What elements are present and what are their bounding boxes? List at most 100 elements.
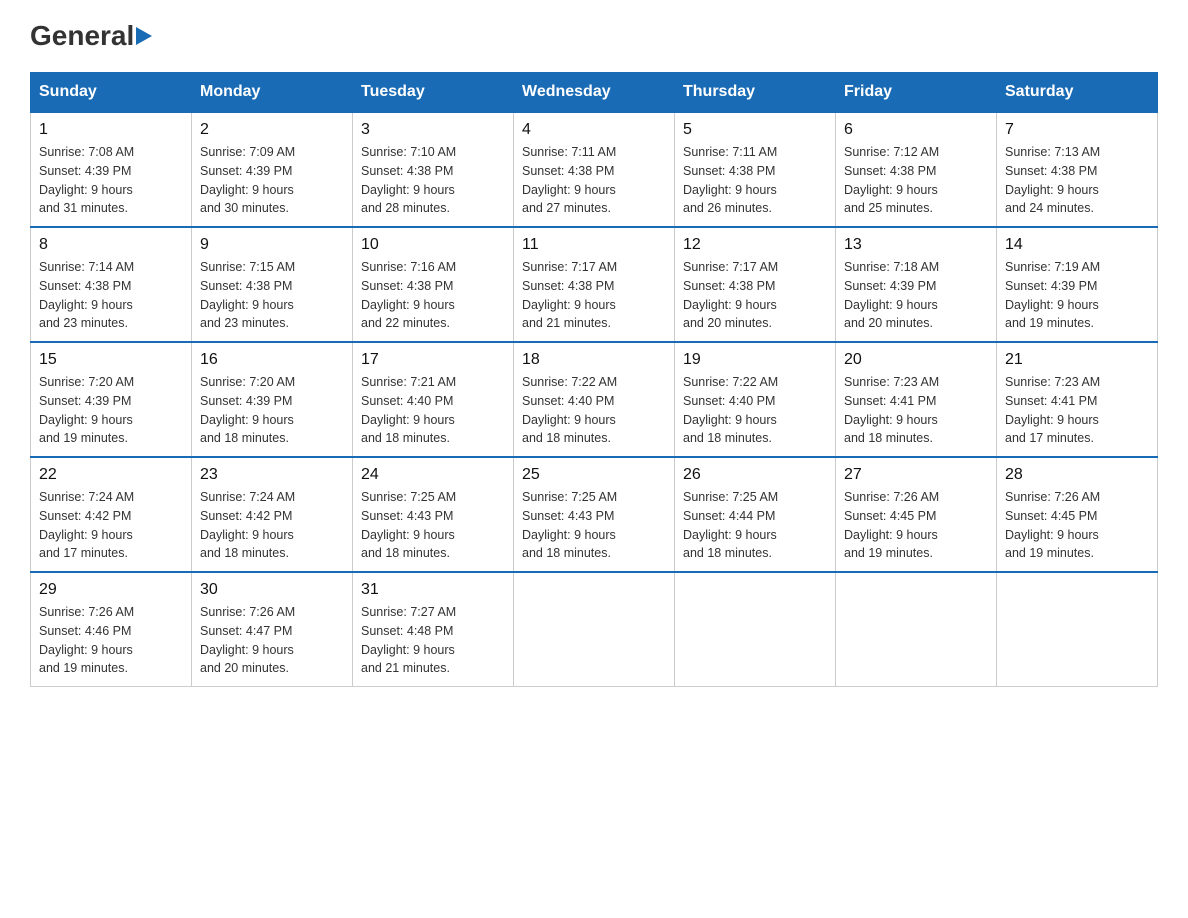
day-info: Sunrise: 7:23 AMSunset: 4:41 PMDaylight:… bbox=[844, 373, 988, 448]
calendar-cell: 14 Sunrise: 7:19 AMSunset: 4:39 PMDaylig… bbox=[997, 227, 1158, 342]
day-info: Sunrise: 7:12 AMSunset: 4:38 PMDaylight:… bbox=[844, 143, 988, 218]
day-number: 24 bbox=[361, 466, 505, 484]
calendar-cell: 13 Sunrise: 7:18 AMSunset: 4:39 PMDaylig… bbox=[836, 227, 997, 342]
day-info: Sunrise: 7:11 AMSunset: 4:38 PMDaylight:… bbox=[522, 143, 666, 218]
calendar-cell: 26 Sunrise: 7:25 AMSunset: 4:44 PMDaylig… bbox=[675, 457, 836, 572]
weekday-header-thursday: Thursday bbox=[675, 73, 836, 113]
calendar-cell: 24 Sunrise: 7:25 AMSunset: 4:43 PMDaylig… bbox=[353, 457, 514, 572]
day-number: 2 bbox=[200, 121, 344, 139]
day-info: Sunrise: 7:16 AMSunset: 4:38 PMDaylight:… bbox=[361, 258, 505, 333]
week-row-5: 29 Sunrise: 7:26 AMSunset: 4:46 PMDaylig… bbox=[31, 572, 1158, 687]
day-info: Sunrise: 7:24 AMSunset: 4:42 PMDaylight:… bbox=[200, 488, 344, 563]
weekday-header-sunday: Sunday bbox=[31, 73, 192, 113]
day-info: Sunrise: 7:25 AMSunset: 4:43 PMDaylight:… bbox=[522, 488, 666, 563]
day-info: Sunrise: 7:23 AMSunset: 4:41 PMDaylight:… bbox=[1005, 373, 1149, 448]
day-number: 23 bbox=[200, 466, 344, 484]
logo: General bbox=[30, 20, 156, 52]
header: General bbox=[30, 20, 1158, 52]
calendar-cell: 20 Sunrise: 7:23 AMSunset: 4:41 PMDaylig… bbox=[836, 342, 997, 457]
day-info: Sunrise: 7:25 AMSunset: 4:44 PMDaylight:… bbox=[683, 488, 827, 563]
day-number: 28 bbox=[1005, 466, 1149, 484]
day-number: 31 bbox=[361, 581, 505, 599]
day-info: Sunrise: 7:14 AMSunset: 4:38 PMDaylight:… bbox=[39, 258, 183, 333]
day-number: 25 bbox=[522, 466, 666, 484]
calendar-cell: 1 Sunrise: 7:08 AMSunset: 4:39 PMDayligh… bbox=[31, 112, 192, 227]
weekday-header-saturday: Saturday bbox=[997, 73, 1158, 113]
calendar-cell: 28 Sunrise: 7:26 AMSunset: 4:45 PMDaylig… bbox=[997, 457, 1158, 572]
calendar-cell: 12 Sunrise: 7:17 AMSunset: 4:38 PMDaylig… bbox=[675, 227, 836, 342]
day-info: Sunrise: 7:15 AMSunset: 4:38 PMDaylight:… bbox=[200, 258, 344, 333]
calendar-cell: 3 Sunrise: 7:10 AMSunset: 4:38 PMDayligh… bbox=[353, 112, 514, 227]
day-info: Sunrise: 7:24 AMSunset: 4:42 PMDaylight:… bbox=[39, 488, 183, 563]
calendar-cell: 5 Sunrise: 7:11 AMSunset: 4:38 PMDayligh… bbox=[675, 112, 836, 227]
calendar-cell: 2 Sunrise: 7:09 AMSunset: 4:39 PMDayligh… bbox=[192, 112, 353, 227]
day-number: 14 bbox=[1005, 236, 1149, 254]
calendar-cell: 21 Sunrise: 7:23 AMSunset: 4:41 PMDaylig… bbox=[997, 342, 1158, 457]
day-number: 18 bbox=[522, 351, 666, 369]
calendar-cell: 10 Sunrise: 7:16 AMSunset: 4:38 PMDaylig… bbox=[353, 227, 514, 342]
day-info: Sunrise: 7:19 AMSunset: 4:39 PMDaylight:… bbox=[1005, 258, 1149, 333]
weekday-header-wednesday: Wednesday bbox=[514, 73, 675, 113]
logo-general: General bbox=[30, 20, 134, 52]
day-number: 15 bbox=[39, 351, 183, 369]
calendar-cell: 25 Sunrise: 7:25 AMSunset: 4:43 PMDaylig… bbox=[514, 457, 675, 572]
day-number: 8 bbox=[39, 236, 183, 254]
day-info: Sunrise: 7:20 AMSunset: 4:39 PMDaylight:… bbox=[200, 373, 344, 448]
calendar-cell: 6 Sunrise: 7:12 AMSunset: 4:38 PMDayligh… bbox=[836, 112, 997, 227]
day-info: Sunrise: 7:20 AMSunset: 4:39 PMDaylight:… bbox=[39, 373, 183, 448]
day-info: Sunrise: 7:22 AMSunset: 4:40 PMDaylight:… bbox=[522, 373, 666, 448]
calendar-cell: 17 Sunrise: 7:21 AMSunset: 4:40 PMDaylig… bbox=[353, 342, 514, 457]
day-number: 17 bbox=[361, 351, 505, 369]
day-info: Sunrise: 7:13 AMSunset: 4:38 PMDaylight:… bbox=[1005, 143, 1149, 218]
day-number: 1 bbox=[39, 121, 183, 139]
day-info: Sunrise: 7:10 AMSunset: 4:38 PMDaylight:… bbox=[361, 143, 505, 218]
weekday-header-tuesday: Tuesday bbox=[353, 73, 514, 113]
day-number: 29 bbox=[39, 581, 183, 599]
day-number: 19 bbox=[683, 351, 827, 369]
day-number: 16 bbox=[200, 351, 344, 369]
week-row-3: 15 Sunrise: 7:20 AMSunset: 4:39 PMDaylig… bbox=[31, 342, 1158, 457]
day-info: Sunrise: 7:26 AMSunset: 4:46 PMDaylight:… bbox=[39, 603, 183, 678]
calendar-cell bbox=[514, 572, 675, 687]
day-number: 3 bbox=[361, 121, 505, 139]
calendar-cell: 22 Sunrise: 7:24 AMSunset: 4:42 PMDaylig… bbox=[31, 457, 192, 572]
day-number: 5 bbox=[683, 121, 827, 139]
calendar-cell bbox=[836, 572, 997, 687]
day-number: 12 bbox=[683, 236, 827, 254]
calendar-cell: 8 Sunrise: 7:14 AMSunset: 4:38 PMDayligh… bbox=[31, 227, 192, 342]
day-number: 11 bbox=[522, 236, 666, 254]
calendar-cell: 4 Sunrise: 7:11 AMSunset: 4:38 PMDayligh… bbox=[514, 112, 675, 227]
calendar-cell: 11 Sunrise: 7:17 AMSunset: 4:38 PMDaylig… bbox=[514, 227, 675, 342]
day-number: 30 bbox=[200, 581, 344, 599]
week-row-4: 22 Sunrise: 7:24 AMSunset: 4:42 PMDaylig… bbox=[31, 457, 1158, 572]
day-info: Sunrise: 7:09 AMSunset: 4:39 PMDaylight:… bbox=[200, 143, 344, 218]
calendar-cell: 27 Sunrise: 7:26 AMSunset: 4:45 PMDaylig… bbox=[836, 457, 997, 572]
calendar-cell: 29 Sunrise: 7:26 AMSunset: 4:46 PMDaylig… bbox=[31, 572, 192, 687]
day-info: Sunrise: 7:11 AMSunset: 4:38 PMDaylight:… bbox=[683, 143, 827, 218]
calendar-cell: 7 Sunrise: 7:13 AMSunset: 4:38 PMDayligh… bbox=[997, 112, 1158, 227]
day-number: 21 bbox=[1005, 351, 1149, 369]
week-row-2: 8 Sunrise: 7:14 AMSunset: 4:38 PMDayligh… bbox=[31, 227, 1158, 342]
calendar-cell: 31 Sunrise: 7:27 AMSunset: 4:48 PMDaylig… bbox=[353, 572, 514, 687]
day-number: 4 bbox=[522, 121, 666, 139]
day-info: Sunrise: 7:18 AMSunset: 4:39 PMDaylight:… bbox=[844, 258, 988, 333]
calendar-cell: 19 Sunrise: 7:22 AMSunset: 4:40 PMDaylig… bbox=[675, 342, 836, 457]
day-info: Sunrise: 7:26 AMSunset: 4:47 PMDaylight:… bbox=[200, 603, 344, 678]
logo-arrow-icon bbox=[136, 25, 156, 47]
day-number: 6 bbox=[844, 121, 988, 139]
calendar-cell: 16 Sunrise: 7:20 AMSunset: 4:39 PMDaylig… bbox=[192, 342, 353, 457]
calendar-table: SundayMondayTuesdayWednesdayThursdayFrid… bbox=[30, 72, 1158, 687]
day-info: Sunrise: 7:17 AMSunset: 4:38 PMDaylight:… bbox=[522, 258, 666, 333]
day-number: 20 bbox=[844, 351, 988, 369]
week-row-1: 1 Sunrise: 7:08 AMSunset: 4:39 PMDayligh… bbox=[31, 112, 1158, 227]
day-info: Sunrise: 7:08 AMSunset: 4:39 PMDaylight:… bbox=[39, 143, 183, 218]
day-number: 26 bbox=[683, 466, 827, 484]
day-info: Sunrise: 7:21 AMSunset: 4:40 PMDaylight:… bbox=[361, 373, 505, 448]
weekday-header-monday: Monday bbox=[192, 73, 353, 113]
day-info: Sunrise: 7:26 AMSunset: 4:45 PMDaylight:… bbox=[844, 488, 988, 563]
day-number: 13 bbox=[844, 236, 988, 254]
day-number: 22 bbox=[39, 466, 183, 484]
day-info: Sunrise: 7:17 AMSunset: 4:38 PMDaylight:… bbox=[683, 258, 827, 333]
day-number: 10 bbox=[361, 236, 505, 254]
calendar-cell bbox=[997, 572, 1158, 687]
